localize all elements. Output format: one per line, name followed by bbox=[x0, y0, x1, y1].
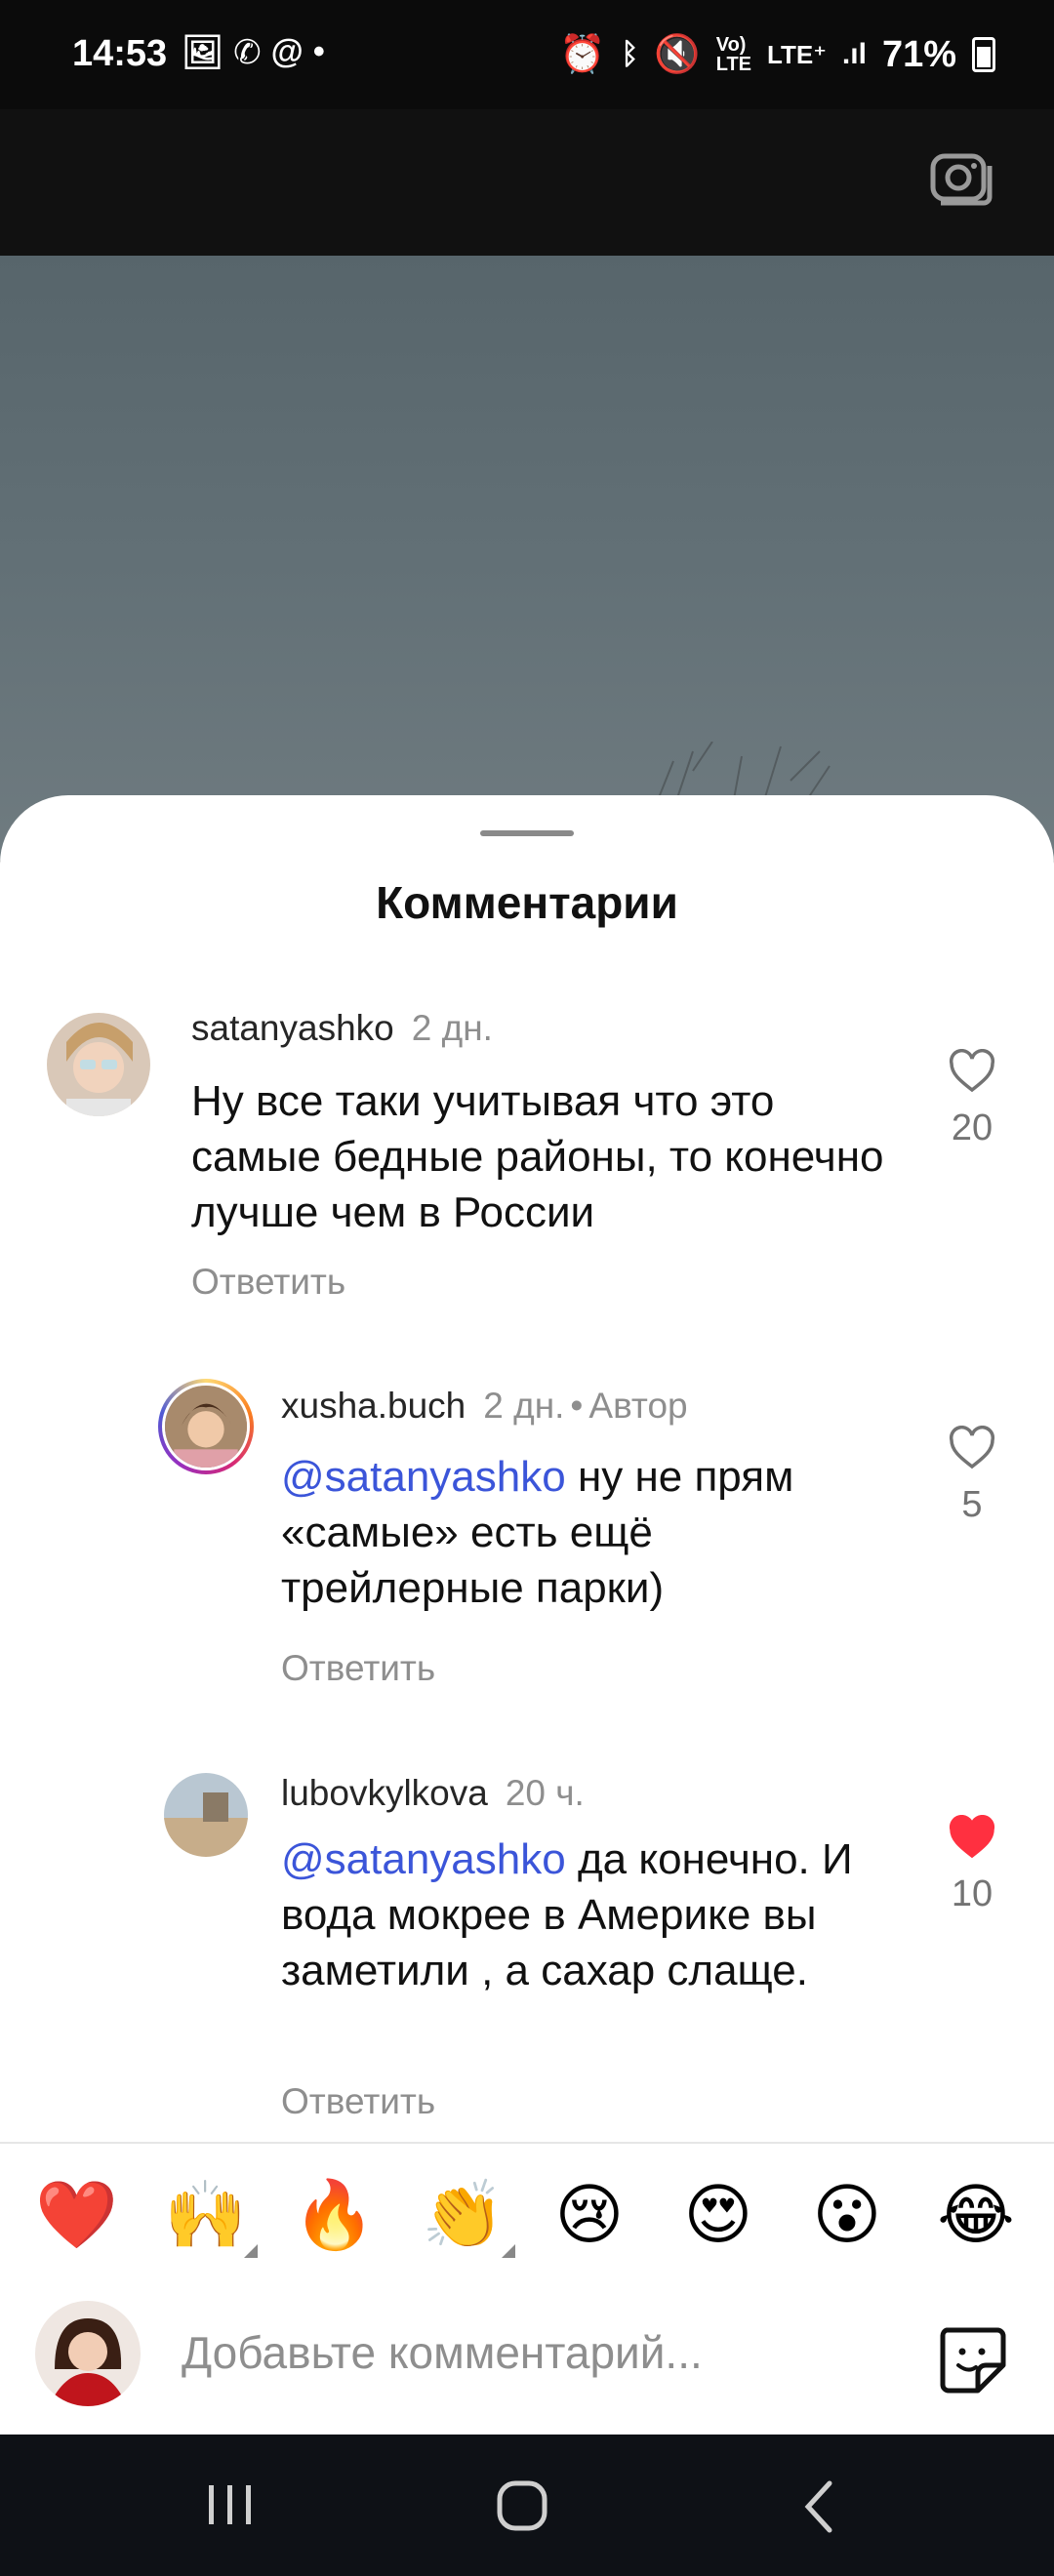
signal-icon: .ıl bbox=[841, 38, 867, 70]
battery-icon bbox=[972, 37, 995, 72]
system-nav-bar bbox=[0, 2435, 1054, 2576]
status-time: 14:53 bbox=[72, 33, 168, 74]
like-count: 5 bbox=[961, 1484, 983, 1525]
status-bar: 14:53 🖼 ✆ @ • ⏰ ᛒ 🔇 Vo) LTE LTE⁺ .ıl 71% bbox=[0, 0, 1054, 109]
comment-meta: xusha.buch 2 дн. • Автор bbox=[281, 1386, 688, 1427]
reaction-laughing[interactable]: 😂 bbox=[937, 2176, 1015, 2254]
variant-caret-icon bbox=[244, 2244, 258, 2258]
like-count: 10 bbox=[951, 1873, 993, 1914]
image-icon: 🖼 bbox=[182, 34, 224, 71]
like-button[interactable]: 20 bbox=[945, 1049, 999, 1149]
author-label: Автор bbox=[588, 1386, 688, 1426]
reaction-raised-hands[interactable]: 🙌 bbox=[164, 2176, 258, 2258]
home-icon[interactable] bbox=[496, 2479, 550, 2534]
reaction-surprised[interactable]: 😮 bbox=[808, 2176, 886, 2254]
mention-link[interactable]: @satanyashko bbox=[281, 1835, 566, 1883]
comment-composer: Добавьте комментарий... bbox=[0, 2283, 1054, 2435]
at-icon: @ bbox=[270, 33, 304, 70]
avatar[interactable] bbox=[164, 1773, 248, 1857]
comment-meta: satanyashko 2 дн. bbox=[191, 1008, 493, 1049]
comment-time: 2 дн. bbox=[483, 1386, 565, 1426]
heart-filled-icon bbox=[949, 1815, 995, 1859]
comment-time: 2 дн. bbox=[411, 1008, 493, 1048]
top-app-bar bbox=[0, 109, 1054, 256]
reaction-row: ❤️ 🙌 🔥 👏 😢 😍 😮 😂 bbox=[0, 2176, 1054, 2258]
heart-outline-icon bbox=[949, 1426, 995, 1469]
reaction-clap[interactable]: 👏 bbox=[422, 2176, 515, 2258]
sheet-handle[interactable] bbox=[480, 830, 574, 836]
comment-meta: lubovkylkova 20 ч. bbox=[281, 1773, 585, 1814]
sheet-title: Комментарии bbox=[376, 877, 678, 928]
mention-link[interactable]: @satanyashko bbox=[281, 1453, 566, 1501]
reaction-heart-eyes[interactable]: 😍 bbox=[679, 2176, 757, 2254]
variant-caret-icon bbox=[502, 2244, 515, 2258]
sticker-icon[interactable] bbox=[935, 2322, 1009, 2396]
avatar[interactable] bbox=[158, 1379, 254, 1474]
comment-input[interactable]: Добавьте комментарий... bbox=[182, 2326, 703, 2379]
comment-body: Ну все таки учитывая что это самые бедны… bbox=[191, 1077, 884, 1236]
camera-icon[interactable] bbox=[927, 144, 993, 211]
reaction-fire[interactable]: 🔥 bbox=[293, 2176, 376, 2254]
comment-text: Ну все таки учитывая что это самые бедны… bbox=[191, 1073, 894, 1240]
comment-username[interactable]: lubovkylkova bbox=[281, 1773, 488, 1813]
comment-username[interactable]: satanyashko bbox=[191, 1008, 394, 1048]
my-avatar bbox=[35, 2301, 141, 2406]
reply-button[interactable]: Ответить bbox=[281, 1648, 435, 1689]
back-icon[interactable] bbox=[800, 2479, 839, 2534]
like-button[interactable]: 5 bbox=[945, 1426, 999, 1526]
reaction-crying[interactable]: 😢 bbox=[550, 2176, 628, 2254]
comment-time: 20 ч. bbox=[505, 1773, 585, 1813]
composer-divider bbox=[0, 2142, 1054, 2144]
reaction-glyph: 🙌 bbox=[164, 2178, 247, 2252]
lte-icon: LTE⁺ bbox=[767, 39, 827, 69]
avatar[interactable] bbox=[47, 1013, 150, 1116]
video-background[interactable] bbox=[0, 256, 1054, 861]
reaction-heart[interactable]: ❤️ bbox=[35, 2176, 118, 2254]
heart-outline-icon bbox=[949, 1049, 995, 1093]
whatsapp-icon: ✆ bbox=[233, 34, 262, 71]
dot-icon: • bbox=[312, 33, 325, 70]
volte-icon: Vo) LTE bbox=[715, 34, 752, 75]
comment-text: @satanyashko да конечно. И вода мокрее в… bbox=[281, 1831, 886, 1998]
reply-button[interactable]: Ответить bbox=[191, 1262, 345, 1303]
reaction-glyph: 👏 bbox=[422, 2178, 505, 2252]
mute-icon: 🔇 bbox=[654, 34, 701, 75]
comment-username[interactable]: xusha.buch bbox=[281, 1386, 466, 1426]
reply-button[interactable]: Ответить bbox=[281, 2081, 435, 2122]
bluetooth-icon: ᛒ bbox=[621, 38, 639, 70]
comment-text: @satanyashko ну не прям «самые» есть ещё… bbox=[281, 1449, 886, 1616]
like-button[interactable]: 10 bbox=[945, 1815, 999, 1915]
battery-percent: 71% bbox=[881, 33, 956, 75]
alarm-icon: ⏰ bbox=[559, 34, 606, 75]
separator-dot: • bbox=[570, 1386, 584, 1426]
like-count: 20 bbox=[951, 1107, 993, 1148]
notification-icons: 🖼 ✆ @ • bbox=[182, 33, 325, 72]
system-icons: ⏰ ᛒ 🔇 Vo) LTE LTE⁺ .ıl 71% bbox=[559, 33, 995, 76]
recent-apps-icon[interactable] bbox=[201, 2479, 260, 2530]
